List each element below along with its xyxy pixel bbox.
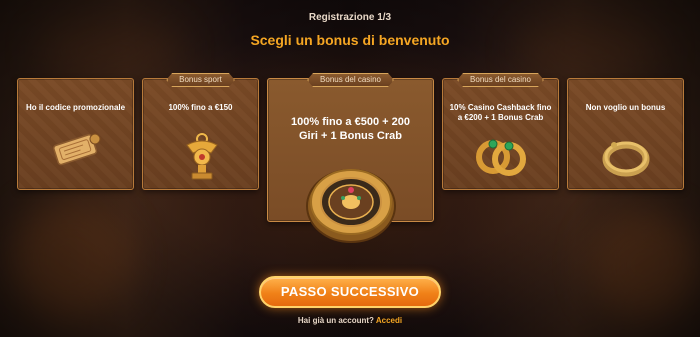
roulette-wheel-icon bbox=[303, 160, 399, 244]
account-prompt-text: Hai già un account? bbox=[297, 316, 374, 325]
golden-trophy-icon bbox=[181, 131, 223, 185]
bonus-card-sport[interactable]: Bonus sport 100% fino a €150 bbox=[142, 78, 259, 190]
bonus-ribbon: Bonus sport bbox=[166, 73, 235, 87]
bonus-ribbon: Bonus del casino bbox=[307, 73, 394, 87]
bonus-card-text: Ho il codice promozionale bbox=[25, 103, 126, 112]
login-link[interactable]: Accedi bbox=[376, 316, 402, 325]
login-prompt: Hai già un account? Accedi bbox=[0, 316, 700, 325]
bonus-card-text: 100% fino a €500 + 200 Giri + 1 Bonus Cr… bbox=[291, 116, 410, 142]
page-title: Scegli un bonus di benvenuto bbox=[250, 32, 450, 48]
bonus-card-casino-cashback[interactable]: Bonus del casino 10% Casino Cashback fin… bbox=[442, 78, 559, 190]
emerald-rings-icon bbox=[471, 133, 531, 181]
bonus-card-text: Non voglio un bonus bbox=[585, 103, 666, 112]
empty-ring-icon bbox=[600, 135, 652, 179]
next-step-button[interactable]: PASSO SUCCESSIVO bbox=[259, 276, 441, 308]
bonus-card-no-bonus[interactable]: Non voglio un bonus bbox=[567, 78, 684, 190]
bonus-card-text: 100% fino a €150 bbox=[168, 103, 233, 112]
bonus-ribbon: Bonus del casino bbox=[457, 73, 544, 87]
bonus-card-text: 10% Casino Cashback fino a €200 + 1 Bonu… bbox=[449, 103, 552, 122]
bonus-card-promo-code[interactable]: Ho il codice promozionale bbox=[17, 78, 134, 190]
ticket-scroll-icon bbox=[51, 129, 103, 169]
registration-step: Registrazione 1/3 bbox=[308, 12, 392, 23]
